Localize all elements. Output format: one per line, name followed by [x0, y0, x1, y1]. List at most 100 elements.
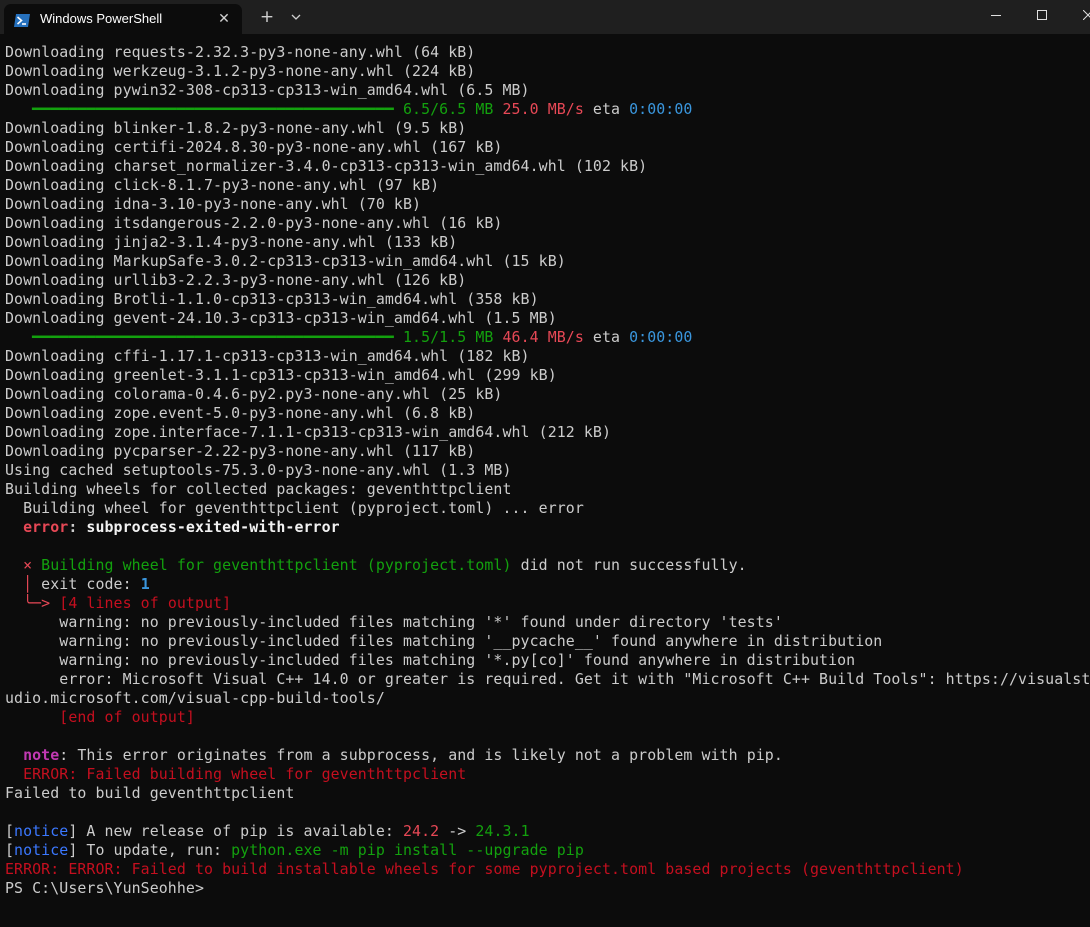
terminal-line: Downloading cffi-1.17.1-cp313-cp313-win_… — [5, 347, 1090, 366]
terminal-line: Downloading zope.event-5.0-py3-none-any.… — [5, 404, 1090, 423]
chevron-down-icon[interactable] — [285, 6, 307, 28]
terminal-text-segment: warning: no previously-included files ma… — [5, 613, 783, 631]
terminal-line: Downloading greenlet-3.1.1-cp313-cp313-w… — [5, 366, 1090, 385]
terminal-text-segment: Downloading gevent-24.10.3-cp313-cp313-w… — [5, 309, 557, 327]
terminal-line: udio.microsoft.com/visual-cpp-build-tool… — [5, 689, 1090, 708]
terminal-line: Downloading idna-3.10-py3-none-any.whl (… — [5, 195, 1090, 214]
terminal-text-segment: error — [23, 518, 69, 536]
terminal-line: ERROR: Failed building wheel for geventh… — [5, 765, 1090, 784]
terminal-line: Using cached setuptools-75.3.0-py3-none-… — [5, 461, 1090, 480]
terminal-line: error: subprocess-exited-with-error — [5, 518, 1090, 537]
terminal-text-segment: ] To update, run: — [68, 841, 232, 859]
terminal-text-segment: Downloading pywin32-308-cp313-cp313-win_… — [5, 81, 530, 99]
terminal-text-segment: Downloading greenlet-3.1.1-cp313-cp313-w… — [5, 366, 557, 384]
terminal-output[interactable]: Downloading requests-2.32.3-py3-none-any… — [0, 34, 1090, 927]
terminal-text-segment: 24.3.1 — [475, 822, 530, 840]
maximize-icon[interactable] — [1019, 0, 1065, 32]
terminal-text-segment: udio.microsoft.com/visual-cpp-build-tool… — [5, 689, 385, 707]
terminal-text-segment: ERROR: ERROR: Failed to build installabl… — [5, 860, 964, 878]
terminal-text-segment: subprocess-exited-with-error — [86, 518, 340, 536]
terminal-text-segment: Downloading charset_normalizer-3.4.0-cp3… — [5, 157, 648, 175]
terminal-line: warning: no previously-included files ma… — [5, 632, 1090, 651]
terminal-text-segment: 25.0 MB/s — [502, 100, 584, 118]
terminal-text-segment: Using cached setuptools-75.3.0-py3-none-… — [5, 461, 512, 479]
terminal-line: Failed to build geventhttpclient — [5, 784, 1090, 803]
terminal-text-segment: Downloading werkzeug-3.1.2-py3-none-any.… — [5, 62, 476, 80]
terminal-line: [end of output] — [5, 708, 1090, 727]
terminal-lines: Downloading requests-2.32.3-py3-none-any… — [5, 43, 1090, 898]
terminal-line: Downloading urllib3-2.2.3-py3-none-any.w… — [5, 271, 1090, 290]
terminal-line: Downloading certifi-2024.8.30-py3-none-a… — [5, 138, 1090, 157]
minimize-icon[interactable] — [973, 0, 1019, 32]
terminal-text-segment: Building wheel for geventhttpclient (pyp… — [5, 499, 584, 517]
window-close-icon[interactable] — [1065, 0, 1090, 32]
terminal-text-segment: Downloading zope.interface-7.1.1-cp313-c… — [5, 423, 612, 441]
terminal-text-segment: 24.2 — [403, 822, 440, 840]
terminal-line: [notice] A new release of pip is availab… — [5, 822, 1090, 841]
terminal-text-segment: exit code: — [32, 575, 141, 593]
terminal-text-segment: notice — [14, 841, 69, 859]
terminal-text-segment: ] A new release of pip is available: — [68, 822, 403, 840]
terminal-line: × Building wheel for geventhttpclient (p… — [5, 556, 1090, 575]
terminal-line: PS C:\Users\YunSeohhe> — [5, 879, 1090, 898]
terminal-line: Downloading jinja2-3.1.4-py3-none-any.wh… — [5, 233, 1090, 252]
terminal-text-segment: Downloading click-8.1.7-py3-none-any.whl… — [5, 176, 440, 194]
terminal-line: note: This error originates from a subpr… — [5, 746, 1090, 765]
powershell-icon — [14, 12, 30, 27]
terminal-text-segment: PS C:\Users\YunSeohhe> — [5, 879, 204, 897]
terminal-text-segment: : This error originates from a subproces… — [59, 746, 783, 764]
tab-title: Windows PowerShell — [40, 11, 163, 26]
terminal-text-segment: 0:00:00 — [629, 100, 693, 118]
terminal-text-segment: 1 — [140, 575, 150, 593]
title-bar: Windows PowerShell ✕ + — [0, 0, 1090, 34]
terminal-text-segment: Building wheels for collected packages: … — [5, 480, 512, 498]
terminal-text-segment: warning: no previously-included files ma… — [5, 632, 883, 650]
terminal-text-segment: Downloading colorama-0.4.6-py2.py3-none-… — [5, 385, 503, 403]
close-icon[interactable]: ✕ — [216, 11, 232, 27]
terminal-line: Downloading blinker-1.8.2-py3-none-any.w… — [5, 119, 1090, 138]
terminal-line: warning: no previously-included files ma… — [5, 651, 1090, 670]
terminal-line: ━━━━━━━━━━━━━━━━━━━━━━━━━━━━━━━━━━━━━━━━… — [5, 328, 1090, 347]
terminal-text-segment: ━━━━━━━━━━━━━━━━━━━━━━━━━━━━━━━━━━━━━━━━ — [5, 100, 403, 118]
terminal-text-segment: 46.4 MB/s — [502, 328, 584, 346]
terminal-text-segment: Downloading zope.event-5.0-py3-none-any.… — [5, 404, 476, 422]
terminal-text-segment: 0:00:00 — [629, 328, 693, 346]
terminal-text-segment: Downloading certifi-2024.8.30-py3-none-a… — [5, 138, 503, 156]
terminal-text-segment: did not run successfully. — [511, 556, 747, 574]
terminal-text-segment: -> — [439, 822, 476, 840]
terminal-line: Downloading itsdangerous-2.2.0-py3-none-… — [5, 214, 1090, 233]
terminal-line: Downloading click-8.1.7-py3-none-any.whl… — [5, 176, 1090, 195]
terminal-line: ERROR: ERROR: Failed to build installabl… — [5, 860, 1090, 879]
terminal-text-segment: Downloading urllib3-2.2.3-py3-none-any.w… — [5, 271, 467, 289]
terminal-text-segment: Downloading cffi-1.17.1-cp313-cp313-win_… — [5, 347, 530, 365]
terminal-text-segment: Downloading Brotli-1.1.0-cp313-cp313-win… — [5, 290, 539, 308]
terminal-text-segment: │ — [23, 575, 33, 593]
terminal-text-segment: [ — [5, 841, 15, 859]
tab-windows-powershell[interactable]: Windows PowerShell ✕ — [4, 4, 242, 34]
terminal-line: Downloading pywin32-308-cp313-cp313-win_… — [5, 81, 1090, 100]
terminal-line: Downloading werkzeug-3.1.2-py3-none-any.… — [5, 62, 1090, 81]
plus-icon[interactable]: + — [256, 6, 278, 28]
terminal-line: ╰─> [4 lines of output] — [5, 594, 1090, 613]
terminal-text-segment: 1.5/1.5 MB — [402, 328, 494, 346]
terminal-text-segment: Downloading blinker-1.8.2-py3-none-any.w… — [5, 119, 467, 137]
terminal-line: Downloading zope.interface-7.1.1-cp313-c… — [5, 423, 1090, 442]
terminal-text-segment: notice — [14, 822, 69, 840]
terminal-text-segment: python.exe -m pip install --upgrade pip — [231, 841, 584, 859]
terminal-text-segment: Failed to build geventhttpclient — [5, 784, 295, 802]
terminal-line: Downloading gevent-24.10.3-cp313-cp313-w… — [5, 309, 1090, 328]
terminal-text-segment: ━━━━━━━━━━━━━━━━━━━━━━━━━━━━━━━━━━━━━━━━ — [5, 328, 403, 346]
terminal-line: Downloading MarkupSafe-3.0.2-cp313-cp313… — [5, 252, 1090, 271]
terminal-line: Downloading Brotli-1.1.0-cp313-cp313-win… — [5, 290, 1090, 309]
terminal-text-segment: × — [23, 556, 33, 574]
terminal-text-segment: error: Microsoft Visual C++ 14.0 or grea… — [5, 670, 1090, 688]
terminal-text-segment: ERROR: Failed building wheel for geventh… — [5, 765, 467, 783]
terminal-text-segment: eta — [583, 100, 630, 118]
